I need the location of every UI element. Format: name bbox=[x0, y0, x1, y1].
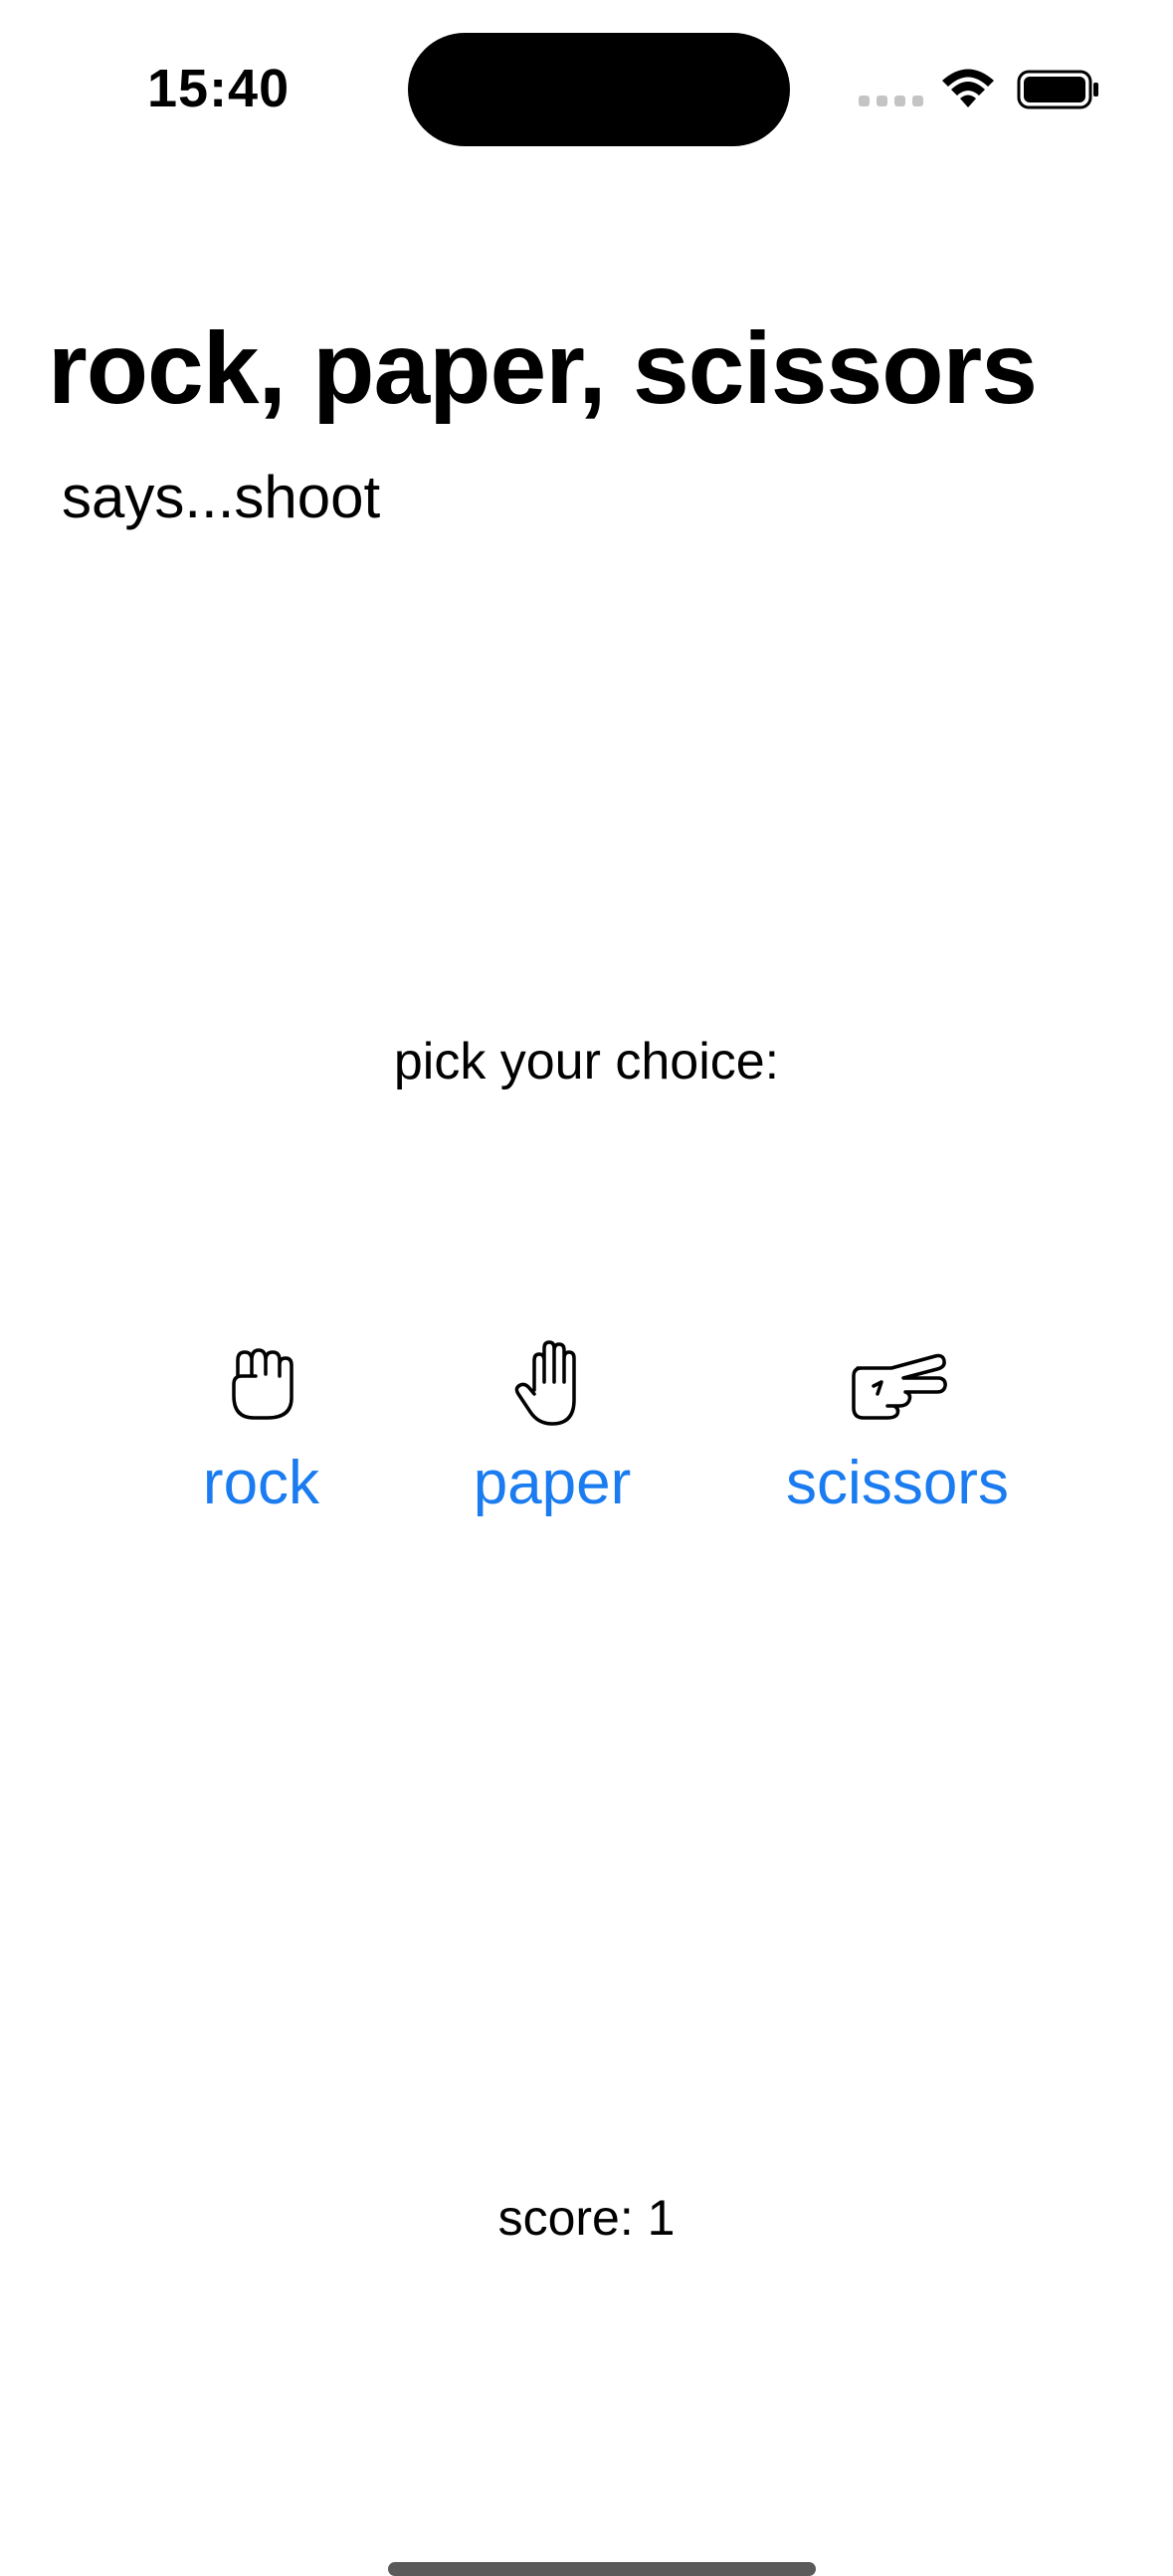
page-subtitle: says...shoot bbox=[62, 464, 381, 530]
paper-button[interactable]: paper bbox=[468, 1338, 637, 1518]
wifi-icon bbox=[942, 69, 994, 107]
score-text: score: 1 bbox=[497, 2190, 676, 2246]
rock-button[interactable]: rock bbox=[199, 1338, 323, 1518]
home-indicator bbox=[388, 2562, 816, 2576]
raised-hand-icon bbox=[514, 1340, 576, 1426]
peace-hand-icon bbox=[852, 1353, 947, 1420]
page-title: rock, paper, scissors bbox=[48, 311, 1038, 425]
battery-icon bbox=[1017, 70, 1098, 109]
dynamic-island bbox=[408, 33, 790, 146]
paper-label: paper bbox=[473, 1449, 632, 1517]
status-time: 15:40 bbox=[147, 59, 291, 118]
choice-prompt: pick your choice: bbox=[393, 1033, 780, 1090]
rock-label: rock bbox=[202, 1449, 320, 1517]
cellular-signal-icon bbox=[859, 96, 923, 106]
fist-icon bbox=[231, 1348, 293, 1420]
scissors-label: scissors bbox=[786, 1449, 1009, 1517]
scissors-button[interactable]: scissors bbox=[778, 1338, 1017, 1518]
